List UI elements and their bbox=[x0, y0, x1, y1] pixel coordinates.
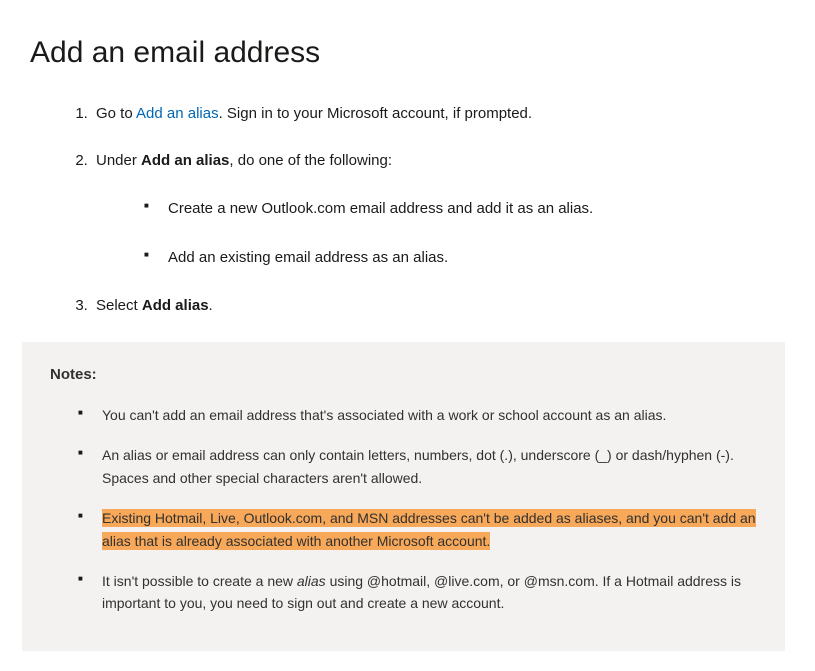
note-4-italic: alias bbox=[297, 573, 326, 589]
step-3-prefix: Select bbox=[96, 297, 142, 314]
step-3: Select Add alias. bbox=[92, 295, 785, 318]
note-1: You can't add an email address that's as… bbox=[78, 404, 757, 426]
note-3: Existing Hotmail, Live, Outlook.com, and… bbox=[78, 507, 757, 552]
notes-title: Notes: bbox=[50, 364, 757, 387]
step-3-bold: Add alias bbox=[142, 297, 209, 314]
step-1: Go to Add an alias. Sign in to your Micr… bbox=[92, 103, 785, 126]
note-4-a: It isn't possible to create a new bbox=[102, 573, 297, 589]
step-2-prefix: Under bbox=[96, 152, 141, 169]
note-4: It isn't possible to create a new alias … bbox=[78, 570, 757, 615]
notes-box: Notes: You can't add an email address th… bbox=[22, 342, 785, 651]
steps-list: Go to Add an alias. Sign in to your Micr… bbox=[30, 103, 785, 318]
step-1-prefix: Go to bbox=[96, 105, 136, 122]
step-2-sub-2: Add an existing email address as an alia… bbox=[144, 247, 785, 270]
step-2-sub-1: Create a new Outlook.com email address a… bbox=[144, 198, 785, 221]
step-2-suffix: , do one of the following: bbox=[229, 152, 392, 169]
step-1-suffix: . Sign in to your Microsoft account, if … bbox=[219, 105, 532, 122]
page-title: Add an email address bbox=[30, 30, 785, 75]
notes-list: You can't add an email address that's as… bbox=[50, 404, 757, 615]
note-3-highlight: Existing Hotmail, Live, Outlook.com, and… bbox=[102, 509, 756, 549]
add-an-alias-link[interactable]: Add an alias bbox=[136, 105, 219, 122]
note-2: An alias or email address can only conta… bbox=[78, 444, 757, 489]
step-3-suffix: . bbox=[209, 297, 213, 314]
step-2: Under Add an alias, do one of the follow… bbox=[92, 150, 785, 270]
step-2-sublist: Create a new Outlook.com email address a… bbox=[96, 198, 785, 269]
step-2-bold: Add an alias bbox=[141, 152, 229, 169]
